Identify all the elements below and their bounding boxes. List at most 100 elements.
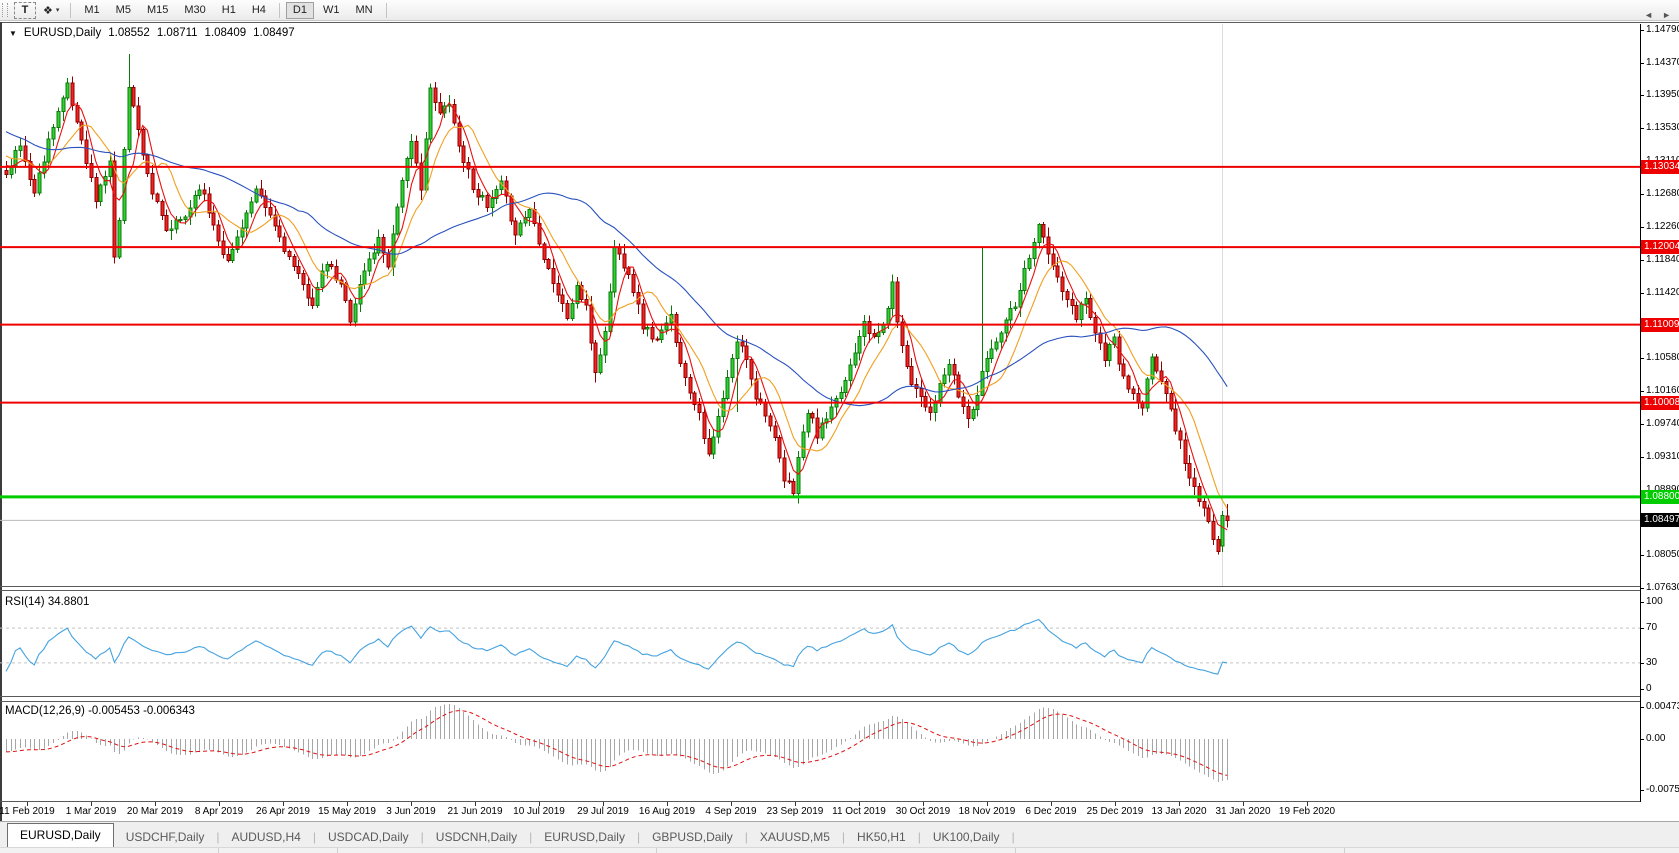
macd-canvas[interactable] <box>0 702 1640 801</box>
price-tick-label[interactable]: 1.13950 <box>1646 89 1679 100</box>
price-tick-label[interactable]: 1.13530 <box>1646 122 1679 133</box>
tab-xauusd-m5[interactable]: XAUUSD,M5 <box>748 827 842 847</box>
date-label[interactable]: 3 Jun 2019 <box>386 806 436 817</box>
main-chart-canvas[interactable] <box>0 24 1640 586</box>
tab-usdcad-daily[interactable]: USDCAD,Daily <box>316 827 421 847</box>
price-axis-line <box>1640 24 1641 802</box>
price-tick-label[interactable]: 1.14370 <box>1646 57 1679 68</box>
panel-separator[interactable] <box>0 696 1640 697</box>
timeframe-button-m15[interactable]: M15 <box>140 2 175 19</box>
tab-audusd-h4[interactable]: AUDUSD,H4 <box>220 827 313 847</box>
rsi-canvas[interactable] <box>0 591 1640 696</box>
macd-axis-tick <box>1640 707 1644 708</box>
rsi-tick-label[interactable]: 70 <box>1646 622 1657 633</box>
date-label[interactable]: 16 Aug 2019 <box>639 806 695 817</box>
date-label[interactable]: 13 Jan 2020 <box>1151 806 1206 817</box>
timeframe-button-m5[interactable]: M5 <box>109 2 138 19</box>
text-tool-button[interactable]: T <box>14 2 36 19</box>
price-tick-label[interactable]: 1.11420 <box>1646 287 1679 298</box>
macd-tick-label[interactable]: 0.00 <box>1646 733 1665 744</box>
tab-hk50-h1[interactable]: HK50,H1 <box>845 827 918 847</box>
date-label[interactable]: 31 Jan 2020 <box>1215 806 1270 817</box>
panel-separator[interactable] <box>0 586 1640 587</box>
price-tick-label[interactable]: 1.14790 <box>1646 24 1679 35</box>
panel-separator[interactable] <box>0 590 1640 591</box>
date-label[interactable]: 25 Dec 2019 <box>1087 806 1144 817</box>
price-axis-tick <box>1640 424 1644 425</box>
status-strip <box>0 847 1679 853</box>
price-tick-label[interactable]: 1.12680 <box>1646 188 1679 199</box>
trading-app: T ❖ ▾ M1M5M15M30H1H4 D1W1MN ▼ EURUSD,Dail… <box>0 0 1679 853</box>
panel-separator[interactable] <box>0 701 1640 702</box>
price-level-badge[interactable]: 1.10008 <box>1641 396 1679 410</box>
price-axis-tick <box>1640 260 1644 261</box>
price-tick-label[interactable]: 1.12260 <box>1646 221 1679 232</box>
ohlc-open: 1.08552 <box>108 27 150 39</box>
rsi-axis-tick <box>1640 689 1644 690</box>
date-label[interactable]: 8 Apr 2019 <box>195 806 243 817</box>
timeframe-button-h1[interactable]: H1 <box>215 2 243 19</box>
tab-usdcnh-daily[interactable]: USDCNH,Daily <box>424 827 529 847</box>
timeframe-button-w1[interactable]: W1 <box>316 2 347 19</box>
price-axis-tick <box>1640 588 1644 589</box>
chevron-down-icon: ▾ <box>56 6 60 14</box>
price-tick-label[interactable]: 1.11840 <box>1646 254 1679 265</box>
date-label[interactable]: 18 Nov 2019 <box>959 806 1016 817</box>
arrange-windows-icon: ❖ <box>43 4 53 17</box>
price-tick-label[interactable]: 1.09310 <box>1646 451 1679 462</box>
tab-eurusd-daily[interactable]: EURUSD,Daily <box>532 827 637 847</box>
date-label[interactable]: 20 Mar 2019 <box>127 806 183 817</box>
chart-symbol-period: EURUSD,Daily <box>24 27 101 39</box>
date-label[interactable]: 15 May 2019 <box>318 806 376 817</box>
macd-tick-label[interactable]: -0.00758 <box>1646 784 1679 795</box>
date-label[interactable]: 4 Sep 2019 <box>705 806 756 817</box>
date-label[interactable]: 10 Jul 2019 <box>513 806 565 817</box>
price-tick-label[interactable]: 1.09740 <box>1646 418 1679 429</box>
price-tick-label[interactable]: 1.08050 <box>1646 549 1679 560</box>
tab-usdchf-daily[interactable]: USDCHF,Daily <box>114 827 217 847</box>
tab-uk100-daily[interactable]: UK100,Daily <box>921 827 1012 847</box>
tab-scroll-right-icon[interactable]: ► <box>1662 10 1671 20</box>
price-level-badge[interactable]: 1.13034 <box>1641 160 1679 174</box>
date-label[interactable]: 26 Apr 2019 <box>256 806 310 817</box>
price-axis-tick <box>1640 358 1644 359</box>
price-level-badge[interactable]: 1.11009 <box>1641 318 1679 332</box>
timeframe-button-m1[interactable]: M1 <box>77 2 106 19</box>
price-tick-label[interactable]: 1.07630 <box>1646 582 1679 593</box>
date-label[interactable]: 6 Dec 2019 <box>1025 806 1076 817</box>
tab-eurusd-daily[interactable]: EURUSD,Daily <box>7 823 114 847</box>
date-label[interactable]: 1 Mar 2019 <box>66 806 117 817</box>
price-level-badge[interactable]: 1.08800 <box>1641 490 1679 504</box>
price-level-badge[interactable]: 1.12004 <box>1641 240 1679 254</box>
timeframe-button-mn[interactable]: MN <box>348 2 379 19</box>
rsi-indicator-label: RSI(14) 34.8801 <box>5 596 89 608</box>
price-tick-label[interactable]: 1.10580 <box>1646 352 1679 363</box>
date-label[interactable]: 11 Feb 2019 <box>0 806 55 817</box>
rsi-tick-label[interactable]: 100 <box>1646 596 1663 607</box>
current-price-badge: 1.08497 <box>1641 513 1679 527</box>
date-label[interactable]: 23 Sep 2019 <box>767 806 824 817</box>
tab-scroll-left-icon[interactable]: ◄ <box>1644 10 1653 20</box>
macd-tick-label[interactable]: 0.004738 <box>1646 701 1679 712</box>
price-axis-tick <box>1640 95 1644 96</box>
timeframe-button-h4[interactable]: H4 <box>245 2 273 19</box>
timeframe-button-m30[interactable]: M30 <box>177 2 212 19</box>
toolbar-separator <box>70 3 71 18</box>
price-axis-tick <box>1640 227 1644 228</box>
status-divider <box>656 848 657 853</box>
date-label[interactable]: 21 Jun 2019 <box>447 806 502 817</box>
date-label[interactable]: 11 Oct 2019 <box>832 806 886 817</box>
rsi-tick-label[interactable]: 30 <box>1646 657 1657 668</box>
date-label[interactable]: 19 Feb 2020 <box>1279 806 1335 817</box>
arrange-windows-button[interactable]: ❖ ▾ <box>38 2 64 19</box>
rsi-tick-label[interactable]: 0 <box>1646 683 1652 694</box>
timeframe-button-d1[interactable]: D1 <box>286 2 314 19</box>
price-axis-tick <box>1640 555 1644 556</box>
collapse-icon[interactable]: ▼ <box>9 29 17 38</box>
ohlc-close: 1.08497 <box>253 27 295 39</box>
price-tick-label[interactable]: 1.10160 <box>1646 385 1679 396</box>
tab-gbpusd-daily[interactable]: GBPUSD,Daily <box>640 827 745 847</box>
toolbar-grip[interactable] <box>2 3 8 17</box>
date-label[interactable]: 29 Jul 2019 <box>577 806 629 817</box>
date-label[interactable]: 30 Oct 2019 <box>896 806 950 817</box>
